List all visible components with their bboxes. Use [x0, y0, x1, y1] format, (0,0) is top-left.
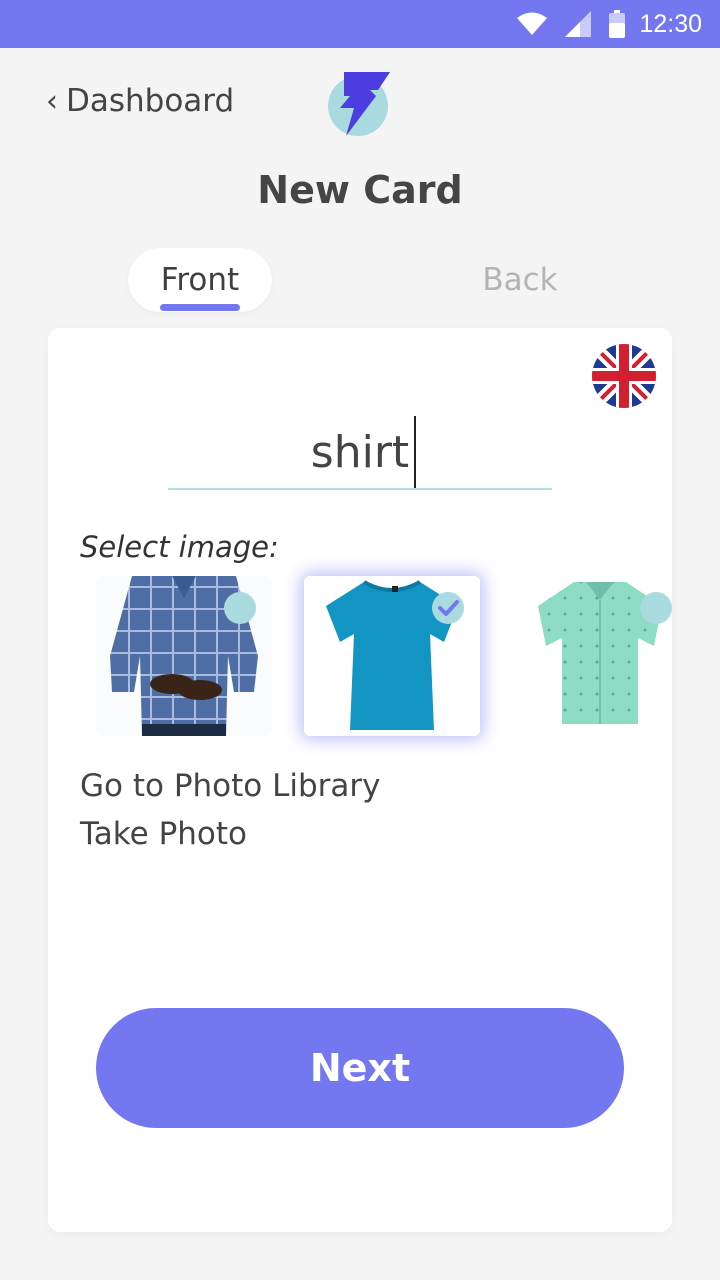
word-input-container — [168, 416, 552, 490]
lightning-bolt-logo — [326, 70, 394, 138]
tab-back[interactable]: Back — [450, 248, 590, 312]
uk-flag-icon[interactable] — [591, 343, 657, 409]
selected-check-icon[interactable] — [432, 592, 464, 624]
chevron-left-icon: ‹ — [46, 83, 58, 119]
page-title: New Card — [257, 168, 463, 212]
status-bar: 12:30 — [0, 0, 720, 48]
tab-front[interactable]: Front — [128, 248, 272, 312]
wifi-icon — [517, 12, 548, 36]
select-circle-3[interactable] — [640, 592, 672, 624]
cell-signal-icon — [565, 11, 592, 37]
tab-back-label: Back — [482, 262, 558, 298]
active-tab-indicator — [160, 304, 240, 311]
photo-library-link[interactable]: Go to Photo Library — [80, 768, 381, 804]
battery-icon — [609, 10, 626, 38]
back-to-dashboard-link[interactable]: ‹ Dashboard — [46, 78, 234, 124]
word-input[interactable] — [168, 416, 552, 488]
select-image-label: Select image: — [80, 530, 279, 564]
back-label: Dashboard — [66, 83, 235, 119]
take-photo-link[interactable]: Take Photo — [80, 816, 247, 852]
tab-front-label: Front — [160, 262, 240, 298]
select-circle-1[interactable] — [224, 592, 256, 624]
card-editor: Select image: — [48, 328, 672, 1232]
status-time: 12:30 — [639, 9, 702, 38]
text-cursor — [414, 416, 416, 488]
next-button[interactable]: Next — [96, 1008, 624, 1128]
